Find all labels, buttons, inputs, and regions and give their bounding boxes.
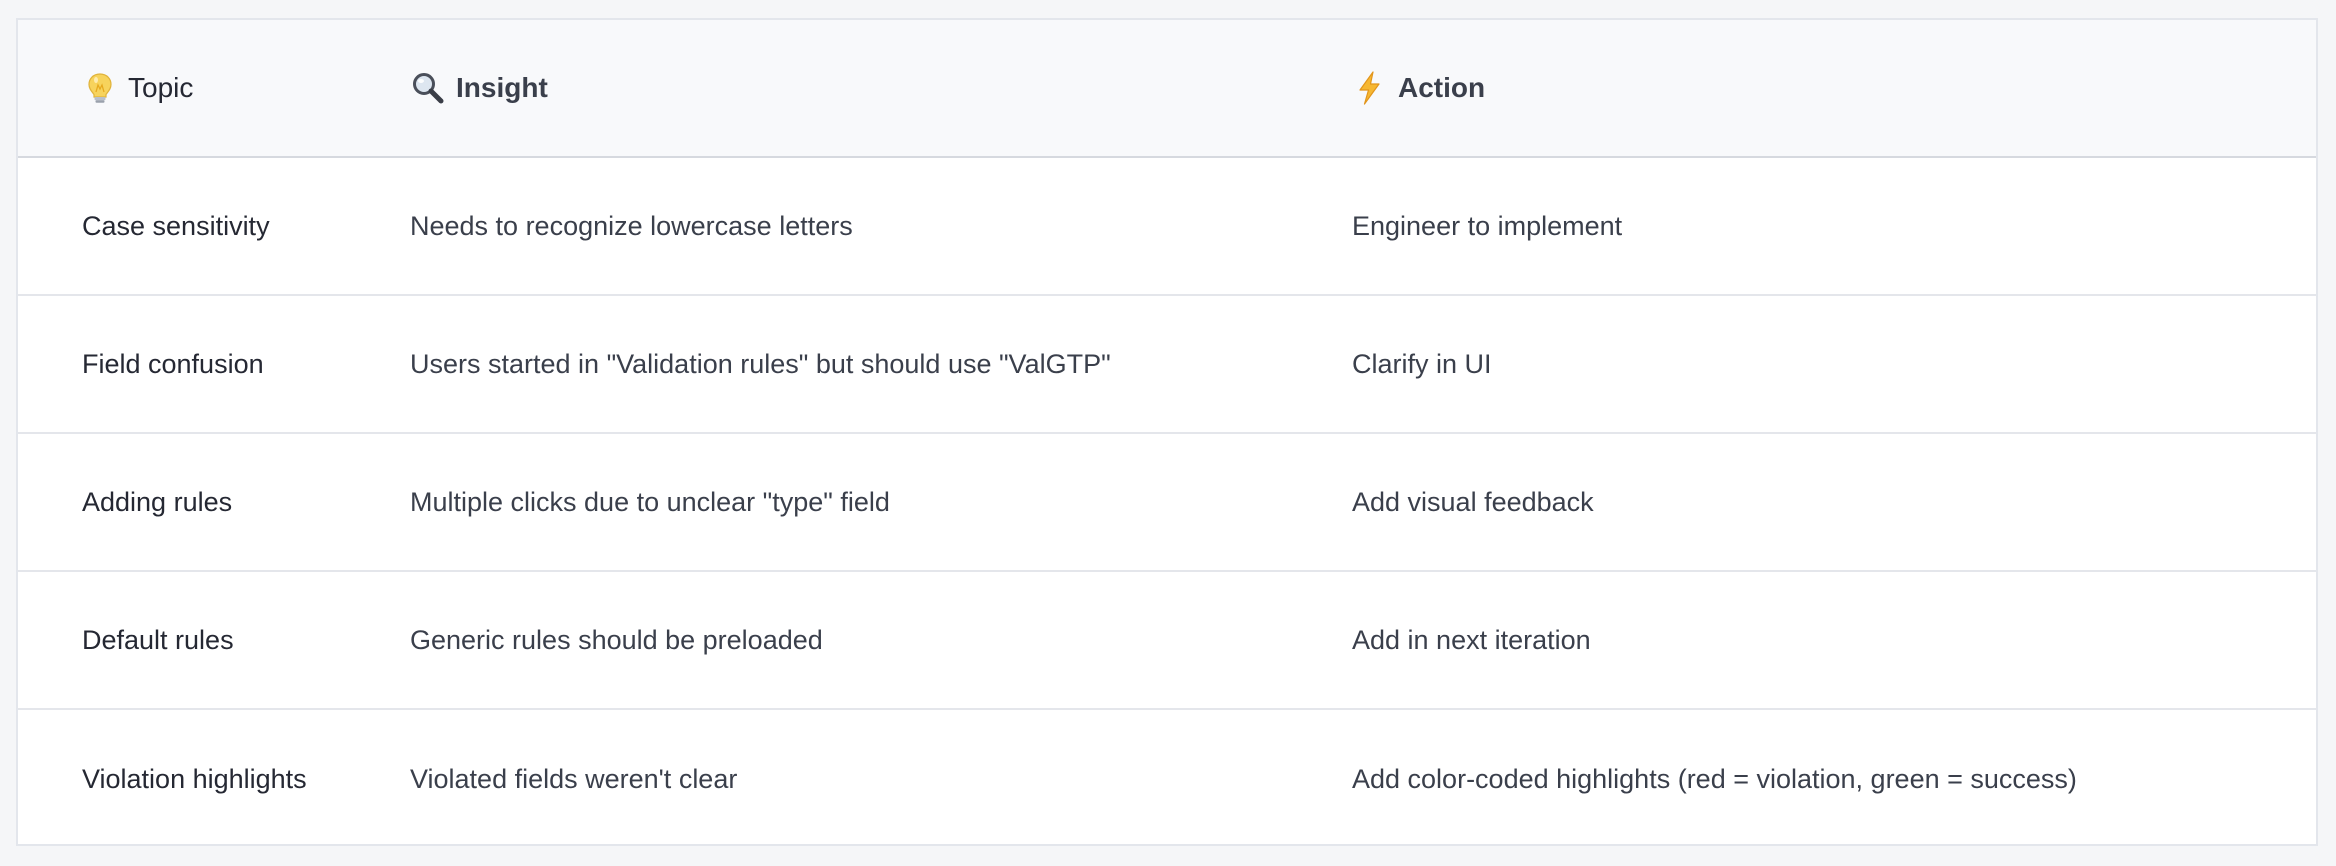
topic-cell: Violation highlights [82, 763, 307, 794]
header-insight-label: Insight [456, 72, 548, 104]
header-action: Action [1352, 70, 2316, 106]
table-row: Field confusion Users started in "Valida… [18, 296, 2316, 434]
table-row: Case sensitivity Needs to recognize lowe… [18, 158, 2316, 296]
header-action-label: Action [1398, 72, 1486, 104]
action-cell: Add in next iteration [1352, 624, 1591, 655]
action-cell: Engineer to implement [1352, 210, 1623, 241]
magnifying-glass-icon [410, 70, 446, 106]
insight-cell: Users started in "Validation rules" but … [410, 348, 1111, 379]
header-topic-label: Topic [128, 72, 194, 104]
insight-cell: Needs to recognize lowercase letters [410, 210, 853, 241]
topic-cell: Field confusion [82, 348, 264, 379]
insight-cell: Generic rules should be preloaded [410, 624, 823, 655]
insight-cell: Violated fields weren't clear [410, 763, 738, 794]
topic-cell: Case sensitivity [82, 210, 270, 241]
insights-table: Topic Insight Action Case sensitivity Ne [16, 18, 2318, 846]
action-cell: Add visual feedback [1352, 486, 1594, 517]
header-topic: Topic [18, 70, 410, 106]
table-row: Default rules Generic rules should be pr… [18, 572, 2316, 710]
table-header-row: Topic Insight Action [18, 20, 2316, 158]
action-cell: Add color-coded highlights (red = violat… [1352, 763, 2077, 794]
table-row: Adding rules Multiple clicks due to uncl… [18, 434, 2316, 572]
lightbulb-icon [82, 70, 118, 106]
topic-cell: Default rules [82, 624, 234, 655]
insight-cell: Multiple clicks due to unclear "type" fi… [410, 486, 890, 517]
header-insight: Insight [410, 70, 1352, 106]
table-row: Violation highlights Violated fields wer… [18, 710, 2316, 844]
lightning-bolt-icon [1352, 70, 1388, 106]
topic-cell: Adding rules [82, 486, 233, 517]
action-cell: Clarify in UI [1352, 348, 1492, 379]
